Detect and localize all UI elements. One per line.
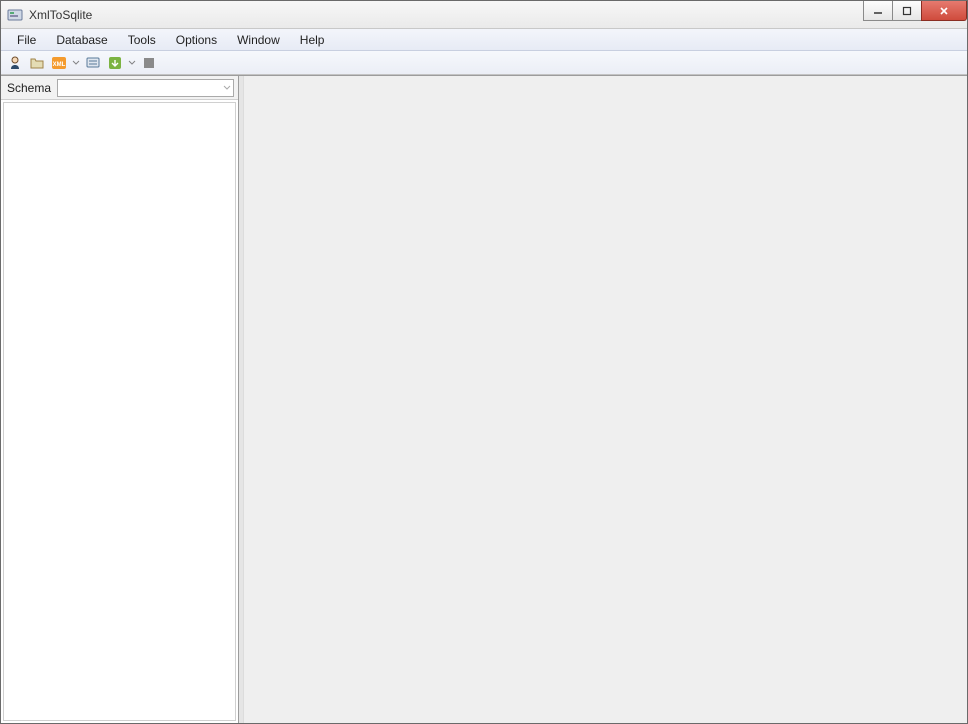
window-controls — [864, 1, 967, 21]
chevron-down-icon — [223, 81, 231, 95]
xml-dropdown-icon[interactable] — [71, 53, 81, 73]
maximize-button[interactable] — [892, 1, 922, 21]
content-area: Schema — [1, 75, 967, 723]
schema-combobox[interactable] — [57, 79, 234, 97]
menu-window[interactable]: Window — [227, 31, 290, 49]
app-icon — [7, 7, 23, 23]
toolbar: XML — [1, 51, 967, 75]
menu-help[interactable]: Help — [290, 31, 335, 49]
app-window: XmlToSqlite File Database Tools Options … — [0, 0, 968, 724]
close-button[interactable] — [921, 1, 967, 21]
connect-icon[interactable] — [5, 53, 25, 73]
svg-text:XML: XML — [53, 62, 66, 68]
schema-row: Schema — [1, 76, 238, 100]
stop-icon[interactable] — [139, 53, 159, 73]
menu-file[interactable]: File — [7, 31, 46, 49]
menu-tools[interactable]: Tools — [118, 31, 166, 49]
menu-database[interactable]: Database — [46, 31, 117, 49]
minimize-button[interactable] — [863, 1, 893, 21]
export-icon[interactable] — [105, 53, 125, 73]
main-panel — [243, 76, 967, 723]
window-title: XmlToSqlite — [29, 8, 92, 22]
sidebar: Schema — [1, 76, 239, 723]
export-dropdown-icon[interactable] — [127, 53, 137, 73]
query-icon[interactable] — [83, 53, 103, 73]
menubar: File Database Tools Options Window Help — [1, 29, 967, 51]
open-file-icon[interactable] — [27, 53, 47, 73]
menu-options[interactable]: Options — [166, 31, 227, 49]
schema-tree[interactable] — [3, 102, 236, 721]
schema-label: Schema — [5, 81, 53, 95]
titlebar: XmlToSqlite — [1, 1, 967, 29]
xml-icon[interactable]: XML — [49, 53, 69, 73]
